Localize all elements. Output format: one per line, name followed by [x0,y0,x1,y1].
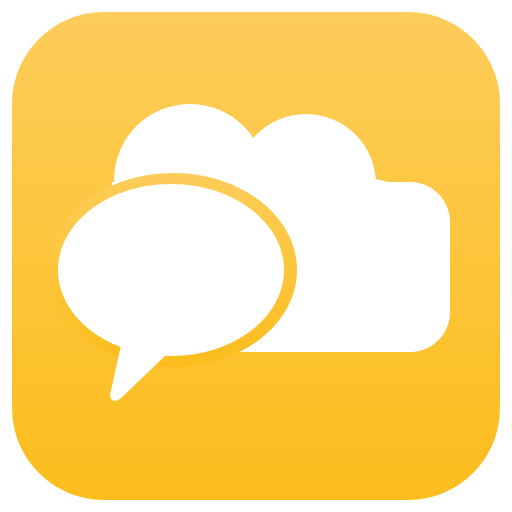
app-icon-canvas [0,0,512,512]
chat-cloud-icon[interactable] [12,12,500,500]
